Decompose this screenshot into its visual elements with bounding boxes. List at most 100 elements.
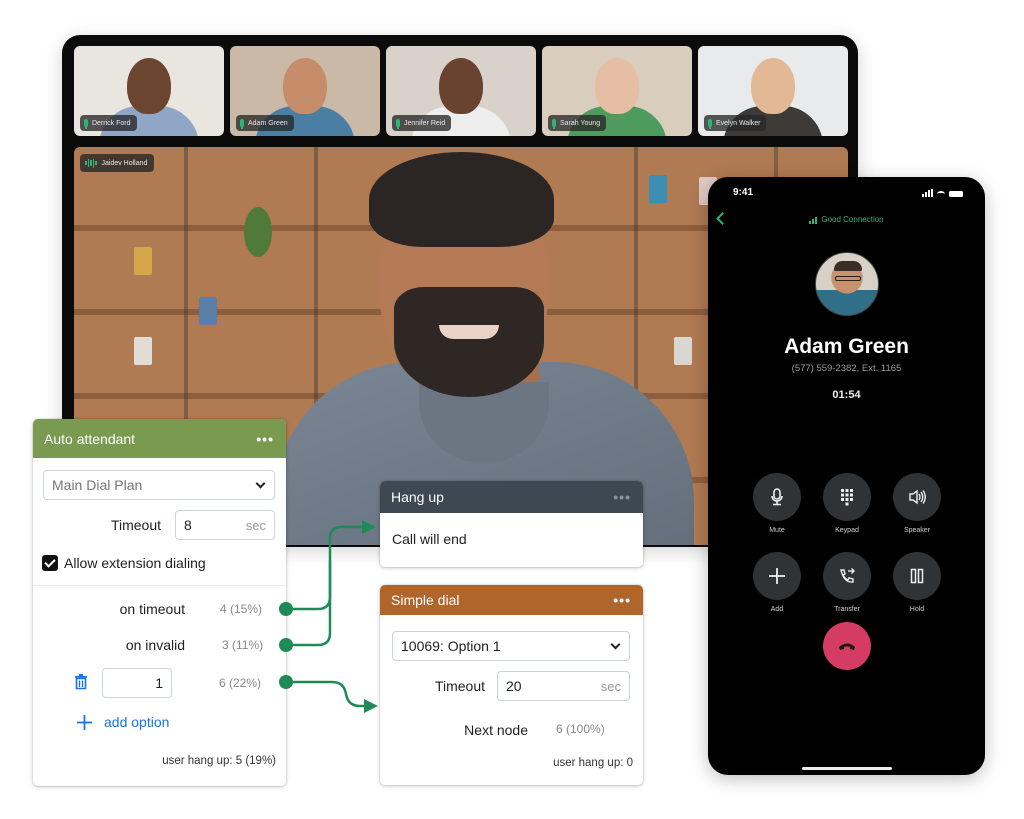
trash-icon[interactable]: [74, 674, 88, 695]
end-call-icon: [839, 643, 855, 650]
more-options-icon[interactable]: •••: [256, 431, 274, 447]
speaker-icon[interactable]: [893, 473, 941, 521]
transfer-label: Transfer: [834, 606, 860, 613]
hang-up-description: Call will end: [392, 531, 467, 547]
arrowhead-simpledial: [364, 699, 378, 713]
speaker-beard: [394, 287, 544, 397]
shelf-plant: [244, 207, 272, 257]
timeout-label: Timeout: [110, 517, 161, 533]
port-on-invalid[interactable]: [279, 638, 293, 652]
cellular-signal-icon: [922, 189, 933, 197]
audio-wave-icon: [85, 158, 97, 168]
dial-plan-value: Main Dial Plan: [52, 477, 143, 493]
mute-control[interactable]: Mute: [753, 473, 801, 534]
phone-call-screen: 9:41 Good Connection Adam Green (577) 55…: [708, 177, 985, 775]
timeout-unit: sec: [245, 517, 266, 533]
shelf-book: [134, 337, 152, 365]
participant-tile[interactable]: Sarah Young: [542, 46, 692, 136]
branch-label-invalid: on invalid: [125, 637, 185, 653]
plus-icon: [77, 714, 92, 730]
extension-option-value: 10069: Option 1: [401, 638, 501, 654]
participant-face: [439, 58, 483, 114]
avatar-glasses: [835, 276, 861, 281]
call-controls: Mute Keypad Speaker Add Transfer Hold: [753, 473, 941, 613]
microphone-icon: [708, 119, 712, 129]
participant-tile[interactable]: Derrick Ford: [74, 46, 224, 136]
caller-avatar: [815, 252, 879, 316]
avatar-hair: [834, 261, 862, 271]
connection-signal-icon: [809, 217, 818, 224]
speaker-control[interactable]: Speaker: [893, 473, 941, 534]
microphone-icon[interactable]: [753, 473, 801, 521]
keypad-icon[interactable]: [823, 473, 871, 521]
section-divider: [33, 585, 286, 586]
active-speaker-name: Jaidev Holland: [101, 159, 148, 167]
speaker-mouth: [439, 325, 499, 339]
participant-name-pill: Derrick Ford: [80, 115, 137, 131]
speaker-hair: [369, 152, 554, 247]
participant-tile[interactable]: Jennifer Reid: [386, 46, 536, 136]
caller-name: Adam Green: [784, 335, 909, 358]
connector-invalid-to-hangup: [292, 560, 332, 647]
port-option-1[interactable]: [279, 675, 293, 689]
keypad-label: Keypad: [835, 527, 859, 534]
participant-name-pill: Sarah Young: [548, 115, 607, 131]
simple-dial-header: Simple dial •••: [380, 585, 643, 615]
participant-name-pill: Evelyn Walker: [704, 115, 767, 131]
pause-icon[interactable]: [893, 552, 941, 600]
caller-number: (577) 559-2382, Ext. 1165: [791, 363, 902, 374]
next-node-stat: 6 (100%): [556, 722, 605, 736]
simple-dial-title: Simple dial: [391, 592, 460, 608]
connector-option1-to-simpledial: [292, 680, 366, 708]
option-digit-input[interactable]: 1: [102, 668, 172, 698]
participant-name: Adam Green: [248, 119, 288, 127]
dial-plan-select[interactable]: Main Dial Plan: [43, 470, 275, 500]
keypad-control[interactable]: Keypad: [823, 473, 871, 534]
transfer-icon[interactable]: [823, 552, 871, 600]
connection-status-text: Good Connection: [821, 215, 884, 224]
participant-tile[interactable]: Adam Green: [230, 46, 380, 136]
more-options-icon[interactable]: •••: [613, 592, 631, 608]
timeout-input[interactable]: 20 sec: [497, 671, 630, 701]
participant-face: [751, 58, 795, 114]
allow-extension-label[interactable]: Allow extension dialing: [64, 555, 206, 571]
add-control[interactable]: Add: [753, 552, 801, 613]
chevron-down-icon: [610, 639, 621, 649]
branch-label-timeout: on timeout: [119, 601, 185, 617]
participant-face: [283, 58, 327, 114]
plus-icon[interactable]: [753, 552, 801, 600]
shelf-book: [199, 297, 217, 325]
more-options-icon[interactable]: •••: [613, 489, 631, 505]
microphone-icon: [240, 119, 244, 129]
hang-up-header: Hang up •••: [380, 481, 643, 513]
option-digit-value: 1: [155, 675, 163, 691]
auto-attendant-card: Auto attendant ••• Main Dial Plan Timeou…: [33, 419, 286, 786]
active-speaker-label: Jaidev Holland: [80, 154, 155, 172]
participant-name-pill: Adam Green: [236, 115, 294, 131]
branch-stat-option1: 6 (22%): [219, 676, 262, 690]
auto-attendant-header: Auto attendant •••: [33, 419, 286, 458]
transfer-control[interactable]: Transfer: [823, 552, 871, 613]
auto-attendant-title: Auto attendant: [44, 430, 136, 447]
speaker-label: Speaker: [903, 527, 931, 534]
participant-face: [127, 58, 171, 114]
timeout-unit: sec: [600, 678, 621, 694]
end-call-button[interactable]: [823, 622, 871, 670]
status-bar-icons: [922, 189, 963, 197]
extension-option-select[interactable]: 10069: Option 1: [392, 631, 630, 661]
participant-name: Sarah Young: [560, 119, 601, 127]
hold-label: Hold: [909, 606, 925, 613]
microphone-icon: [396, 119, 400, 129]
port-on-timeout[interactable]: [279, 602, 293, 616]
timeout-value: 8: [184, 517, 192, 533]
wifi-icon: [937, 191, 945, 197]
timeout-input[interactable]: 8 sec: [175, 510, 275, 540]
hang-up-card: Hang up ••• Call will end: [380, 481, 643, 567]
home-indicator[interactable]: [802, 767, 892, 770]
allow-extension-checkbox[interactable]: [42, 555, 58, 571]
mute-label: Mute: [769, 527, 785, 534]
add-option-button[interactable]: add option: [77, 714, 169, 730]
participant-tile[interactable]: Evelyn Walker: [698, 46, 848, 136]
hold-control[interactable]: Hold: [893, 552, 941, 613]
next-node-label: Next node: [464, 722, 528, 738]
